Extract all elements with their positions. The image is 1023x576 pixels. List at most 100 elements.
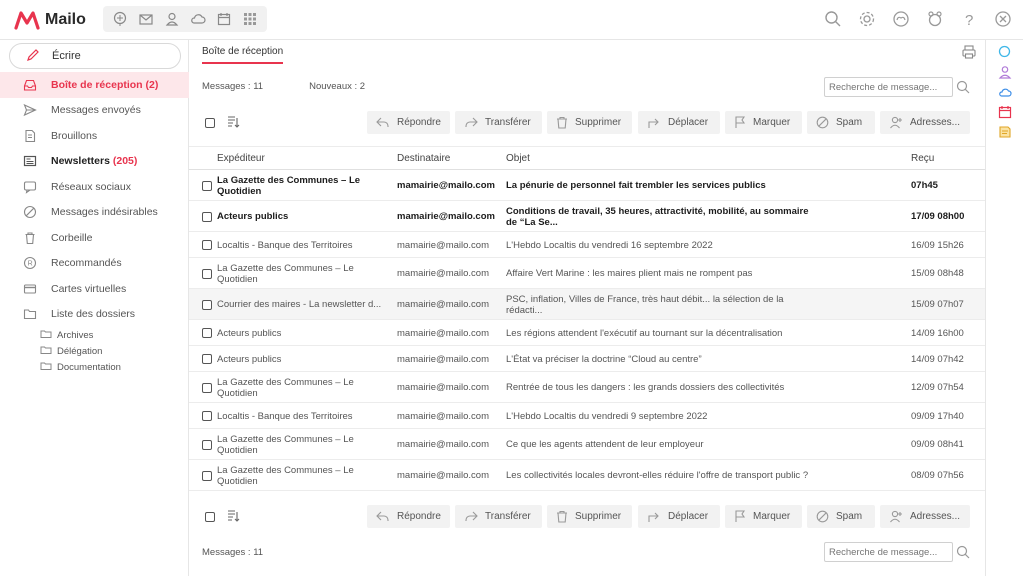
addresses-label: Adresses... <box>910 511 961 522</box>
sort-icon[interactable] <box>226 115 240 132</box>
row-checkbox[interactable] <box>202 268 212 279</box>
row-checkbox[interactable] <box>202 240 212 250</box>
grid-apps-icon[interactable] <box>240 9 260 29</box>
calendar-icon[interactable] <box>214 9 234 29</box>
search-icon[interactable] <box>823 9 843 29</box>
search-icon[interactable] <box>998 45 1012 59</box>
cloud-icon[interactable] <box>998 85 1012 99</box>
row-recipient-line: mamairie@mailo.com <box>397 410 489 422</box>
delete-button[interactable]: Supprimer <box>547 505 632 528</box>
mark-button[interactable]: Marquer <box>725 111 802 134</box>
sidebar-item-newsletters[interactable]: Newsletters (205) <box>0 149 189 175</box>
sidebar-item-sent[interactable]: Messages envoyés <box>0 98 189 124</box>
sidebar-item-virtual-cards[interactable]: Cartes virtuelles <box>0 276 189 302</box>
row-date-line: 07h45 <box>911 180 938 191</box>
row-checkbox[interactable] <box>202 470 212 481</box>
row-subject: L'État va préciser la doctrine “Cloud au… <box>506 354 702 365</box>
reply-button[interactable]: Répondre <box>367 505 450 528</box>
row-checkbox[interactable] <box>202 382 212 393</box>
brain-icon[interactable] <box>110 9 130 29</box>
row-checkbox[interactable] <box>202 211 212 222</box>
column-to[interactable]: Destinataire <box>397 153 450 164</box>
subfolder-delegation[interactable]: Délégation <box>40 343 189 359</box>
spam-button[interactable]: Spam <box>807 505 875 528</box>
forward-button[interactable]: Transférer <box>455 111 542 134</box>
addresses-button[interactable]: Adresses... <box>880 111 970 134</box>
mailo-logo[interactable]: Mailo <box>14 10 86 30</box>
contacts-icon[interactable] <box>162 9 182 29</box>
calendar-icon[interactable] <box>998 105 1012 119</box>
row-subject: L'Hebdo Localtis du vendredi 16 septembr… <box>506 240 713 251</box>
row-checkbox[interactable] <box>202 439 212 450</box>
newsletter-icon <box>23 154 37 168</box>
sidebar-item-trash[interactable]: Corbeille <box>0 225 189 251</box>
subfolder-archives[interactable]: Archives <box>40 327 189 343</box>
subfolder-documentation[interactable]: Documentation <box>40 359 189 375</box>
table-row[interactable]: La Gazette des Communes – Le Quotidien mam… <box>189 372 985 403</box>
table-row[interactable]: Courrier des maires - La newsletter d...… <box>189 289 985 320</box>
row-sender-line: Acteurs publics <box>217 327 282 339</box>
table-row[interactable]: Acteurs publics mamairie@mailo.com Conditi… <box>189 201 985 232</box>
sidebar-item-registered[interactable]: R Recommandés <box>0 251 189 277</box>
table-row[interactable]: La Gazette des Communes – Le Quotidien mam… <box>189 258 985 289</box>
gamepad-icon[interactable] <box>891 9 911 29</box>
notes-icon[interactable] <box>998 125 1012 139</box>
table-row[interactable]: Acteurs publics mamairie@mailo.com L'État … <box>189 346 985 372</box>
row-checkbox[interactable] <box>202 411 212 421</box>
subfolder-icon <box>40 361 52 374</box>
table-row[interactable]: Localtis - Banque des Territoires mamairi… <box>189 403 985 429</box>
compose-button[interactable]: Écrire <box>9 43 181 69</box>
sidebar-item-folders[interactable]: Liste des dossiers <box>0 302 189 328</box>
row-date: 14/09 07h42 <box>911 354 964 365</box>
row-subject: Les collectivités locales devront-elles … <box>506 470 808 481</box>
tab-inbox[interactable]: Boîte de réception <box>202 46 284 64</box>
row-checkbox[interactable] <box>202 180 212 191</box>
sidebar-item-spam[interactable]: Messages indésirables <box>0 200 189 226</box>
row-checkbox[interactable] <box>202 299 212 310</box>
sidebar-item-drafts[interactable]: Brouillons <box>0 123 189 149</box>
column-from[interactable]: Expéditeur <box>217 153 265 164</box>
subfolder-icon <box>40 345 52 358</box>
close-icon[interactable] <box>993 9 1013 29</box>
spam-button[interactable]: Spam <box>807 111 875 134</box>
reply-button[interactable]: Répondre <box>367 111 450 134</box>
delete-button[interactable]: Supprimer <box>547 111 632 134</box>
table-row[interactable]: Localtis - Banque des Territoires mamairi… <box>189 232 985 258</box>
row-date: 15/09 08h48 <box>911 268 964 279</box>
row-sender: La Gazette des Communes – Le Quotidien <box>217 434 354 456</box>
search-input[interactable] <box>824 77 953 97</box>
row-sender-line: La Gazette des Communes – Le <box>217 433 354 445</box>
select-all-checkbox[interactable] <box>205 118 215 128</box>
mail-icon[interactable] <box>136 9 156 29</box>
row-checkbox[interactable] <box>202 354 212 364</box>
column-subject[interactable]: Objet <box>506 153 530 164</box>
table-row[interactable]: La Gazette des Communes – Le Quotidien mam… <box>189 429 985 460</box>
move-button[interactable]: Déplacer <box>638 505 720 528</box>
help-icon[interactable]: ? <box>959 9 979 29</box>
delete-label: Supprimer <box>575 511 622 522</box>
mark-button[interactable]: Marquer <box>725 505 802 528</box>
cloud-icon[interactable] <box>188 9 208 29</box>
sidebar-item-social[interactable]: Réseaux sociaux <box>0 174 189 200</box>
addresses-button[interactable]: Adresses... <box>880 505 970 528</box>
select-all-checkbox[interactable] <box>205 512 215 522</box>
sort-icon[interactable] <box>226 509 240 526</box>
print-icon[interactable] <box>961 44 977 63</box>
forward-button[interactable]: Transférer <box>455 505 542 528</box>
search-icon[interactable] <box>955 79 971 95</box>
search-input[interactable] <box>824 542 953 562</box>
move-button[interactable]: Déplacer <box>638 111 720 134</box>
table-row[interactable]: La Gazette des Communes – Le Quotidien mam… <box>189 170 985 201</box>
table-row[interactable]: Acteurs publics mamairie@mailo.com Les rég… <box>189 320 985 346</box>
contacts-icon[interactable] <box>998 65 1012 79</box>
family-icon[interactable] <box>925 9 945 29</box>
reply-label: Répondre <box>397 117 441 128</box>
row-checkbox[interactable] <box>202 328 212 338</box>
forward-label: Transférer <box>485 117 531 128</box>
column-received[interactable]: Reçu <box>911 153 934 164</box>
sidebar-item-label: Corbeille <box>51 231 93 244</box>
search-icon[interactable] <box>955 544 971 560</box>
table-row[interactable]: La Gazette des Communes – Le Quotidien mam… <box>189 460 985 491</box>
sidebar-item-inbox[interactable]: Boîte de réception (2) <box>0 72 189 98</box>
settings-icon[interactable] <box>857 9 877 29</box>
